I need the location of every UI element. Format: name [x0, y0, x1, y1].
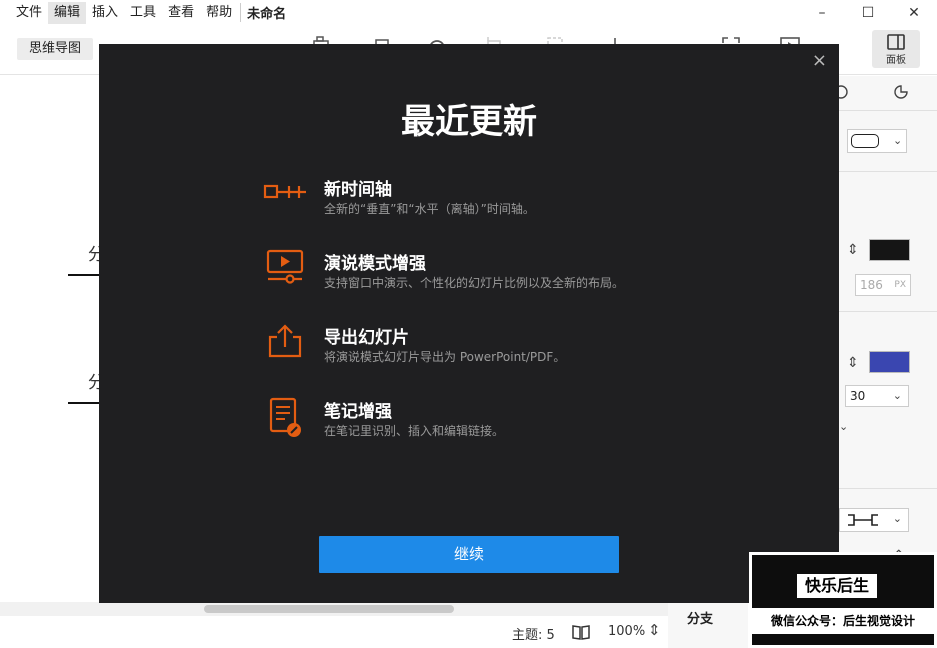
timeline-icon: [263, 184, 306, 199]
menu-insert[interactable]: 插入: [86, 2, 124, 24]
zoom-level[interactable]: 100%: [608, 624, 645, 639]
close-dialog-button[interactable]: ×: [812, 50, 827, 71]
panel-toggle-button[interactable]: 面板: [872, 30, 920, 68]
feature-description: 支持窗口中演示、个性化的幻灯片比例以及全新的布局。: [324, 276, 625, 290]
book-icon[interactable]: [572, 624, 590, 640]
feature-item: 新时间轴 全新的“垂直”和“水平（离轴）”时间轴。: [263, 175, 683, 225]
menu-file[interactable]: 文件: [0, 2, 48, 24]
theme-tab-icon[interactable]: [893, 84, 909, 100]
branch-style-select[interactable]: ⌄: [839, 508, 909, 532]
window-controls: – ☐ ✕: [799, 0, 937, 25]
menu-edit[interactable]: 编辑: [48, 1, 87, 24]
watermark-title: 快乐后生: [797, 574, 877, 598]
chevron-down-icon: ⌄: [892, 512, 902, 525]
menubar: 文件 编辑 插入 工具 查看 帮助 未命名 – ☐ ✕: [0, 0, 937, 25]
horizontal-scrollbar[interactable]: [0, 602, 668, 616]
panel-icon: [887, 34, 905, 50]
panel-label: 面板: [886, 55, 906, 66]
dialog-title: 最近更新: [401, 102, 537, 142]
close-window-button[interactable]: ✕: [891, 0, 937, 25]
chevron-down-icon[interactable]: ⌄: [893, 134, 902, 147]
whats-new-dialog: × 最近更新 新时间轴 全新的“垂直”和“水平（离轴）”时间轴。 演说模式增强 …: [99, 44, 839, 603]
feature-title: 导出幻灯片: [324, 328, 409, 348]
zoom-stepper-icon[interactable]: ⇕: [648, 621, 661, 639]
topic-count: 主题: 5: [512, 628, 555, 643]
mindmap-mode-button[interactable]: 思维导图: [17, 38, 93, 60]
line-width-value: 186: [860, 278, 883, 292]
minimize-button[interactable]: –: [799, 0, 845, 25]
font-size-value: 30: [850, 389, 866, 403]
menu-tools[interactable]: 工具: [124, 2, 162, 24]
feature-item: 演说模式增强 支持窗口中演示、个性化的幻灯片比例以及全新的布局。: [263, 249, 683, 299]
stepper-icon[interactable]: ⇕: [847, 242, 859, 258]
maximize-button[interactable]: ☐: [845, 0, 891, 25]
scrollbar-thumb[interactable]: [204, 605, 454, 613]
presentation-icon: [266, 249, 304, 284]
line-width-input[interactable]: 186 PX: [855, 274, 911, 296]
feature-item: 导出幻灯片 将演说模式幻灯片导出为 PowerPoint/PDF。: [263, 323, 683, 373]
continue-button[interactable]: 继续: [319, 536, 619, 573]
fill-color-swatch[interactable]: [869, 239, 910, 261]
chevron-down-icon[interactable]: ⌄: [839, 420, 848, 433]
line-width-unit: PX: [894, 280, 906, 290]
branch-style-icon: [848, 514, 878, 526]
stepper-icon[interactable]: ⇕: [847, 355, 859, 371]
branch-section-label: 分支: [668, 602, 748, 648]
watermark-overlay: 快乐后生 微信公众号：后生视觉设计: [749, 552, 937, 648]
feature-title: 笔记增强: [324, 402, 392, 422]
chevron-down-icon: ⌄: [892, 389, 902, 402]
document-title: 未命名: [240, 3, 292, 22]
feature-description: 在笔记里识别、插入和编辑链接。: [324, 424, 505, 438]
notes-icon: [269, 397, 301, 437]
statusbar: 主题: 5 100% ⇕: [0, 616, 668, 648]
feature-description: 将演说模式幻灯片导出为 PowerPoint/PDF。: [324, 350, 566, 364]
watermark-subtitle: 微信公众号：后生视觉设计: [749, 608, 937, 634]
menu-view[interactable]: 查看: [162, 2, 200, 24]
feature-title: 演说模式增强: [324, 254, 426, 274]
text-color-swatch[interactable]: [869, 351, 910, 373]
font-size-select[interactable]: 30 ⌄: [845, 385, 909, 407]
export-icon: [268, 324, 302, 358]
feature-title: 新时间轴: [324, 180, 392, 200]
feature-description: 全新的“垂直”和“水平（离轴）”时间轴。: [324, 202, 535, 216]
feature-item: 笔记增强 在笔记里识别、插入和编辑链接。: [263, 397, 683, 447]
menu-help[interactable]: 帮助: [200, 2, 238, 24]
